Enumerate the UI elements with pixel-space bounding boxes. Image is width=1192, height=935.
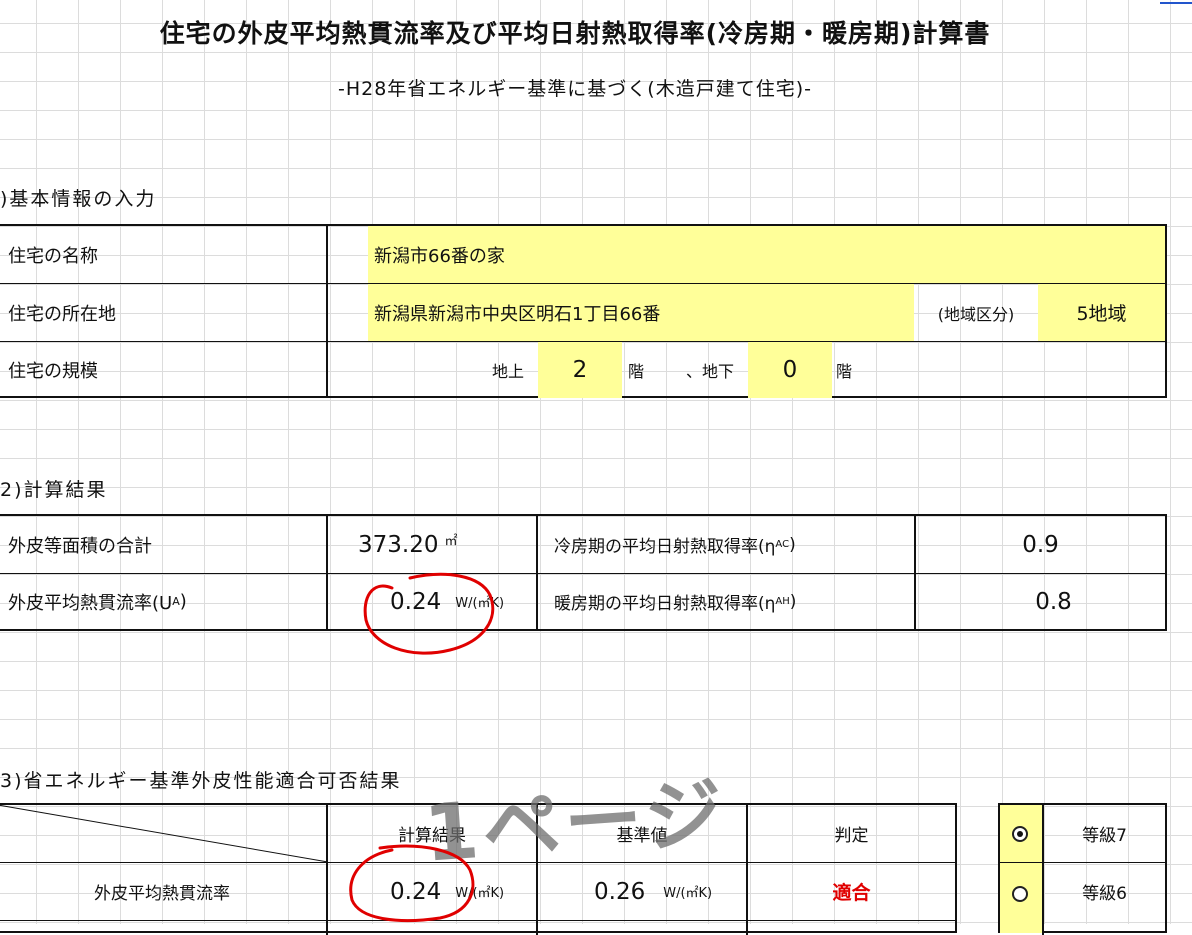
row-ua-standard-value: 0.26 [594,878,646,905]
above-ground-label: 地上 [492,362,525,381]
envelope-area-unit: ㎡ [444,534,458,549]
house-name-field[interactable]: 新潟市66番の家 [368,226,1165,283]
house-name-label: 住宅の名称 [8,245,98,267]
cooling-eta-label: 冷房期の平均日射熱取得率(η AC) [554,534,796,558]
grade7-radio-selected-icon[interactable] [1012,826,1028,842]
basic-info-table: 住宅の名称 新潟市66番の家 住宅の所在地 新潟県新潟市中央区明石1丁目66番 … [0,224,1167,398]
judgement-result: 適合 [832,882,871,904]
column-header-edge [1160,2,1192,4]
house-location-field[interactable]: 新潟県新潟市中央区明石1丁目66番 [368,284,914,341]
house-scale-label: 住宅の規模 [8,361,98,382]
section3-heading: 3)省エネルギー基準外皮性能適合可否結果 [0,770,402,792]
grade6-radio-icon[interactable] [1012,886,1028,902]
house-location-label: 住宅の所在地 [8,303,116,325]
grade7-label: 等級7 [1082,826,1127,846]
region-label: (地域区分) [937,304,1015,324]
row-ua-calc-unit: W/(㎡K) [455,886,505,901]
ua-label: 外皮平均熱貫流率(U A) [8,591,187,614]
region-value[interactable]: 5地域 [1038,284,1165,341]
ua-unit: W/(㎡K) [455,596,505,611]
section1-heading: )基本情報の入力 [0,188,157,210]
row-ua-standard-unit: W/(㎡K) [663,886,713,901]
envelope-area-label: 外皮等面積の合計 [8,535,152,557]
row-ua-label: 外皮平均熱貫流率 [94,884,230,904]
below-ground-label: 、地下 [686,362,735,381]
page-watermark: 1ページ [421,768,730,880]
floor-unit-above: 階 [628,362,645,381]
document-title: 住宅の外皮平均熱貫流率及び平均日射熱取得率(冷房期・暖房期)計算書 [159,19,991,48]
document-subtitle: -H28年省エネルギー基準に基づく(木造戸建て住宅)- [337,78,812,100]
heating-eta-label: 暖房期の平均日射熱取得率(η AH) [554,591,797,615]
cooling-eta-value: 0.9 [1022,531,1059,558]
ua-value: 0.24 [390,588,442,615]
grade6-radio-cell[interactable] [1000,863,1042,933]
heating-eta-value: 0.8 [1035,588,1072,615]
below-ground-floors[interactable]: 0 [748,342,832,398]
section2-heading: 2)計算結果 [0,479,108,501]
col-judgement: 判定 [834,826,869,846]
grade6-label: 等級6 [1082,884,1127,904]
diagonal-header-line [0,805,328,863]
calculation-result-table: 外皮等面積の合計 373.20 ㎡ 冷房期の平均日射熱取得率(η AC) 0.9 … [0,514,1167,631]
floor-unit-below: 階 [836,362,853,381]
above-ground-floors[interactable]: 2 [538,342,622,398]
envelope-area-value: 373.20 [358,531,439,558]
grade7-radio-cell[interactable] [1000,805,1042,862]
grade-table: 等級7 等級6 [998,803,1167,935]
